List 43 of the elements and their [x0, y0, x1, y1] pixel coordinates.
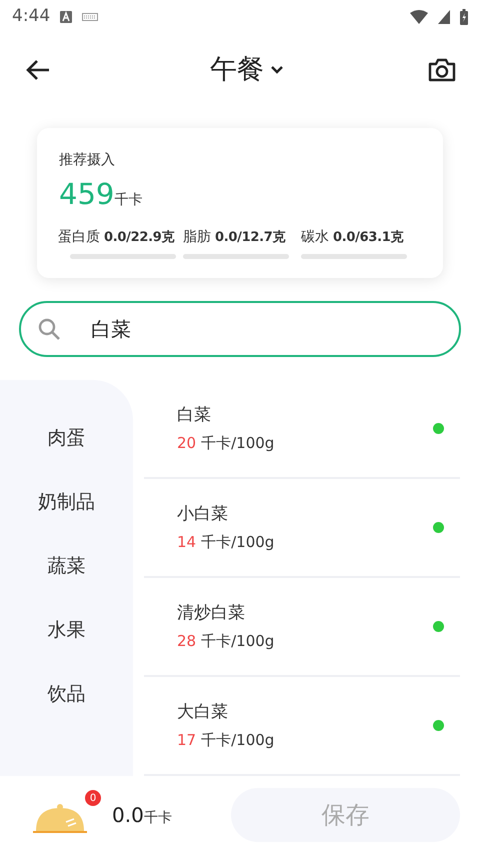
- category-item[interactable]: 奶制品: [38, 490, 95, 514]
- category-item[interactable]: 肉蛋: [48, 426, 86, 450]
- signal-icon: [438, 10, 450, 24]
- total-calories: 0.0: [112, 802, 144, 829]
- calorie-unit: 千卡/100g: [201, 730, 274, 750]
- food-item[interactable]: 大白菜 17 千卡/100g: [144, 677, 460, 776]
- food-item[interactable]: 小白菜 14 千卡/100g: [144, 479, 460, 578]
- category-item[interactable]: 蔬菜: [48, 554, 86, 578]
- calorie-value: 17: [177, 730, 196, 750]
- calorie-unit: 千卡: [144, 809, 172, 828]
- calorie-unit: 千卡/100g: [201, 630, 274, 652]
- calorie-value: 14: [177, 532, 196, 552]
- calorie-unit: 千卡: [114, 191, 142, 210]
- category-item[interactable]: 水果: [48, 618, 86, 642]
- nutrient-name: 碳水: [301, 228, 329, 246]
- recommended-label: 推荐摄入: [59, 151, 116, 170]
- count-badge: 0: [85, 790, 101, 806]
- nutrient-value: 0.0/63.1克: [333, 228, 404, 246]
- nutrient-value: 0.0/12.7克: [215, 228, 286, 246]
- chevron-down-icon: [270, 65, 284, 75]
- calorie-value: 459: [59, 176, 114, 213]
- food-name: 大白菜: [177, 701, 229, 724]
- battery-icon: [460, 9, 468, 25]
- meal-selector[interactable]: 午餐: [210, 50, 284, 90]
- calorie-value: 20: [177, 432, 196, 454]
- food-name: 小白菜: [177, 503, 229, 526]
- nutrient-value: 0.0/22.9克: [104, 228, 174, 246]
- food-item[interactable]: 白菜 20 千卡/100g: [144, 380, 460, 479]
- keyboard-icon: [82, 13, 98, 21]
- calorie-value: 28: [177, 630, 196, 652]
- nutrient-name: 蛋白质: [58, 228, 100, 246]
- category-item[interactable]: 饮品: [48, 682, 86, 706]
- food-name: 清炒白菜: [177, 602, 246, 625]
- status-time: 4:44: [12, 5, 50, 28]
- calorie-unit: 千卡/100g: [201, 432, 274, 454]
- food-item[interactable]: 清炒白菜 28 千卡/100g: [144, 578, 460, 677]
- search-icon: [37, 317, 61, 341]
- food-name: 白菜: [177, 404, 212, 427]
- wifi-icon: [410, 10, 428, 24]
- notification-icon: [60, 11, 72, 23]
- calorie-unit: 千卡/100g: [201, 532, 274, 552]
- nutrient-name: 脂肪: [183, 228, 211, 246]
- search-field[interactable]: 白菜: [19, 301, 461, 357]
